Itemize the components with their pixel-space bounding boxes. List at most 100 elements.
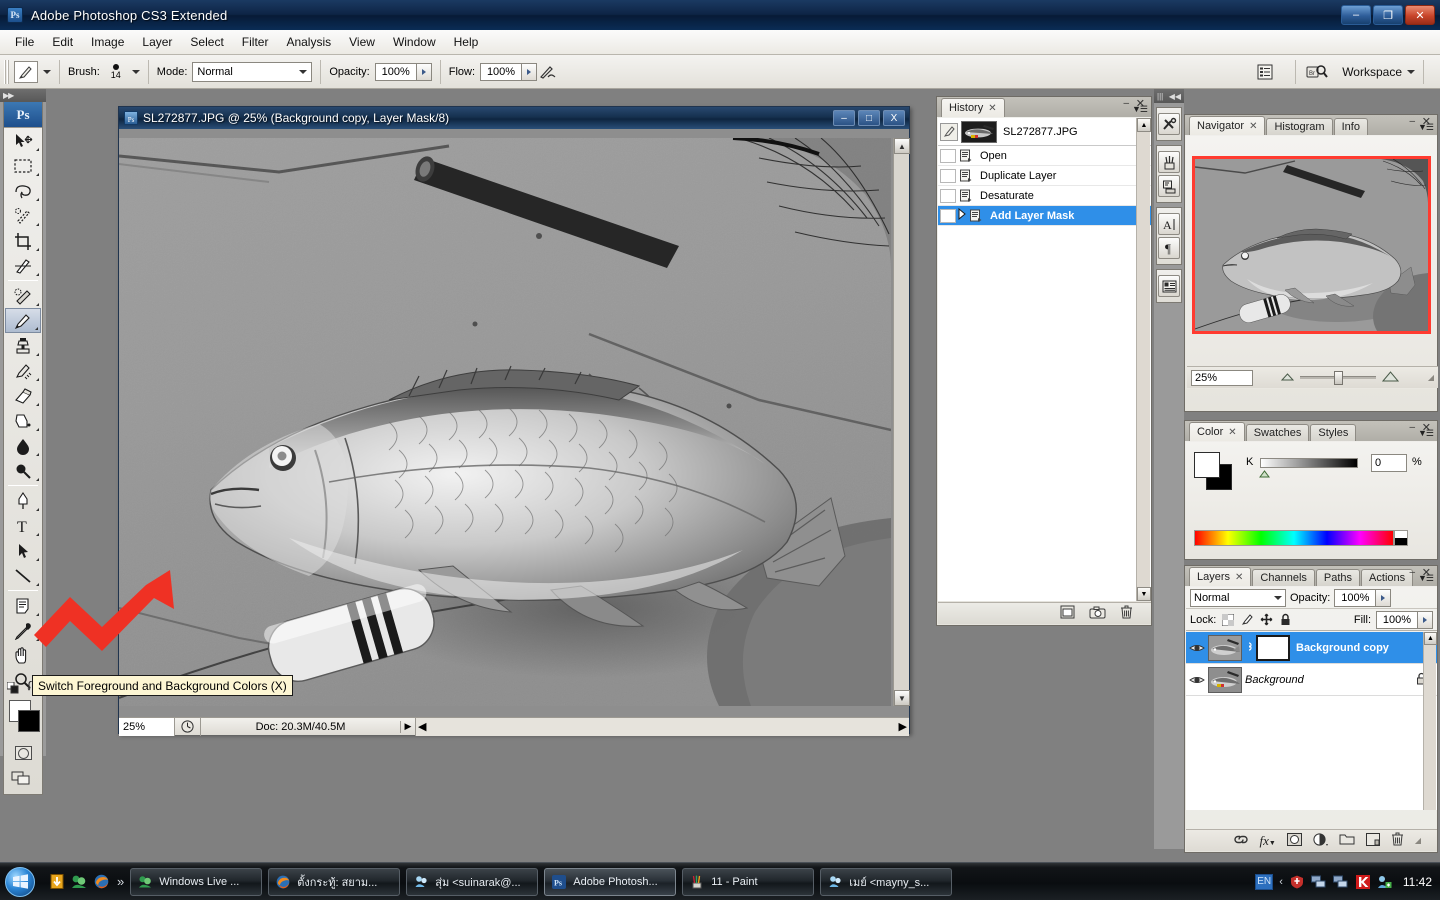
scroll-down-button[interactable]: ▼ (894, 690, 910, 706)
history-brush-toggle[interactable] (940, 168, 956, 183)
history-brush-toggle[interactable] (940, 148, 956, 163)
panel-menu-icon[interactable]: ▼☰ (1132, 104, 1148, 115)
navigator-zoom-input[interactable]: 25% (1191, 369, 1253, 386)
layer-fill-input[interactable]: 100% (1376, 610, 1418, 629)
tab-actions[interactable]: Actions (1361, 569, 1414, 586)
navigator-zoom-slider[interactable] (1300, 371, 1377, 385)
rectangular-marquee-tool[interactable] (5, 153, 41, 178)
history-scroll-down-button[interactable]: ▼ (1137, 587, 1151, 601)
color-panel-foreground-swatch[interactable] (1194, 452, 1220, 478)
taskbar-item-firefox-forum[interactable]: ตั้งกระทู้: สยาม... (268, 867, 401, 896)
current-tool-icon[interactable] (14, 60, 38, 83)
blend-mode-select[interactable]: Normal (192, 61, 313, 82)
airbrush-icon[interactable] (537, 61, 559, 83)
menu-item-image[interactable]: Image (82, 32, 133, 52)
tab-info[interactable]: Info (1333, 118, 1368, 135)
scroll-left-button[interactable]: ◀ (418, 720, 426, 733)
navigator-thumbnail[interactable] (1192, 156, 1431, 334)
minimize-window-button[interactable]: – (1341, 5, 1371, 25)
tab-paths[interactable]: Paths (1315, 569, 1361, 586)
menu-item-help[interactable]: Help (445, 32, 488, 52)
history-brush-source-icon[interactable] (940, 122, 958, 141)
clone-stamp-tool[interactable] (5, 333, 41, 358)
close-window-button[interactable]: ✕ (1405, 5, 1435, 25)
layer-comps-icon[interactable] (1158, 275, 1180, 297)
background-color-swatch[interactable] (18, 710, 40, 732)
timing-clock-icon[interactable] (175, 717, 201, 736)
messenger-icon[interactable] (71, 874, 87, 890)
document-zoom-level[interactable]: 25% (119, 717, 175, 736)
language-indicator[interactable]: EN (1255, 873, 1274, 890)
color-channel-input[interactable]: 0 (1371, 454, 1407, 472)
dock-collapse-bar[interactable]: ||| ◀◀ (1154, 89, 1184, 103)
panel-menu-icon[interactable]: ▼☰ (1418, 573, 1434, 584)
opacity-slider-button[interactable] (416, 62, 432, 81)
tab-histogram[interactable]: Histogram (1266, 118, 1333, 135)
canvas-vertical-scrollbar[interactable]: ▲ ▼ (893, 138, 910, 706)
tab-styles[interactable]: Styles (1310, 424, 1357, 441)
move-tool[interactable] (5, 128, 41, 153)
taskbar-item-messenger-contact-1[interactable]: สุ่ม <suinarak@... (406, 867, 539, 896)
blur-tool[interactable] (5, 433, 41, 458)
scroll-up-button[interactable]: ▲ (894, 138, 910, 154)
layer-style-icon[interactable]: fx▼ (1260, 833, 1276, 849)
quick-launch-overflow-icon[interactable]: » (117, 874, 124, 889)
menu-item-edit[interactable]: Edit (43, 32, 82, 52)
color-channel-slider-track[interactable] (1260, 458, 1358, 468)
layer-opacity-input[interactable]: 100% (1334, 588, 1377, 607)
layer-mask-link-icon[interactable] (1245, 640, 1254, 656)
layer-name[interactable]: Background copy (1296, 642, 1389, 654)
horizontal-type-tool[interactable]: T (5, 513, 41, 538)
menu-item-filter[interactable]: Filter (233, 32, 278, 52)
taskbar-item-paint[interactable]: 11 - Paint (682, 867, 815, 896)
minimize-icon[interactable]: – (1409, 116, 1415, 127)
slice-tool[interactable] (5, 253, 41, 278)
tab-swatches[interactable]: Swatches (1245, 424, 1310, 441)
layer-mask-thumbnail[interactable] (1256, 634, 1290, 661)
color-channel-slider-handle[interactable] (1259, 469, 1270, 478)
restore-window-button[interactable]: ❐ (1373, 5, 1403, 25)
palettes-icon[interactable] (1253, 61, 1277, 83)
close-icon[interactable]: ✕ (988, 103, 996, 114)
minimize-icon[interactable]: – (1123, 98, 1129, 109)
link-layers-icon[interactable] (1233, 834, 1249, 848)
lock-transparent-pixels-icon[interactable] (1221, 613, 1235, 627)
layer-name[interactable]: Background (1245, 674, 1304, 686)
screen-mode-button[interactable] (5, 766, 41, 790)
lasso-tool[interactable] (5, 178, 41, 203)
layer-opacity-slider-button[interactable] (1376, 588, 1392, 607)
color-spectrum-white-black[interactable] (1394, 530, 1408, 546)
tab-history[interactable]: History ✕ (941, 98, 1005, 117)
layer-blend-mode-select[interactable]: Normal (1190, 588, 1286, 607)
path-selection-tool[interactable] (5, 538, 41, 563)
close-icon[interactable]: ✕ (1249, 121, 1257, 132)
lock-image-pixels-icon[interactable] (1240, 613, 1254, 627)
adjustment-layer-icon[interactable] (1313, 832, 1328, 849)
toolbox-collapse-bar[interactable]: ▶▶ (0, 89, 46, 102)
menu-item-window[interactable]: Window (384, 32, 445, 52)
menu-item-layer[interactable]: Layer (133, 32, 181, 52)
menu-item-select[interactable]: Select (181, 32, 232, 52)
dodge-tool[interactable] (5, 458, 41, 483)
layer-fill-slider-button[interactable] (1418, 610, 1433, 629)
history-state-add-layer-mask[interactable]: Add Layer Mask (938, 206, 1151, 226)
minimize-icon[interactable]: – (1409, 422, 1415, 433)
quick-selection-tool[interactable] (5, 203, 41, 228)
healing-brush-tool[interactable] (5, 283, 41, 308)
layer-thumbnail[interactable] (1208, 634, 1242, 661)
document-close-button[interactable]: X (883, 110, 905, 126)
layers-scrollbar[interactable]: ▲ (1423, 632, 1437, 810)
history-brush-toggle[interactable] (940, 208, 956, 223)
paragraph-icon[interactable]: ¶ (1158, 237, 1180, 259)
zoom-in-icon[interactable] (1382, 370, 1400, 385)
tray-expand-icon[interactable]: ‹ (1279, 876, 1283, 888)
network-2-icon[interactable] (1333, 874, 1349, 890)
brush-picker-chevron-icon[interactable] (131, 69, 140, 74)
taskbar-item-messenger-contact-2[interactable]: เมย์ <mayny_s... (820, 867, 953, 896)
status-menu-arrow-icon[interactable]: ▶ (401, 718, 415, 736)
menu-item-file[interactable]: File (6, 32, 43, 52)
document-minimize-button[interactable]: – (833, 110, 855, 126)
layers-scroll-up-button[interactable]: ▲ (1424, 632, 1437, 645)
tab-layers[interactable]: Layers ✕ (1189, 567, 1252, 586)
resize-grip-icon[interactable]: ◢ (1415, 836, 1421, 845)
